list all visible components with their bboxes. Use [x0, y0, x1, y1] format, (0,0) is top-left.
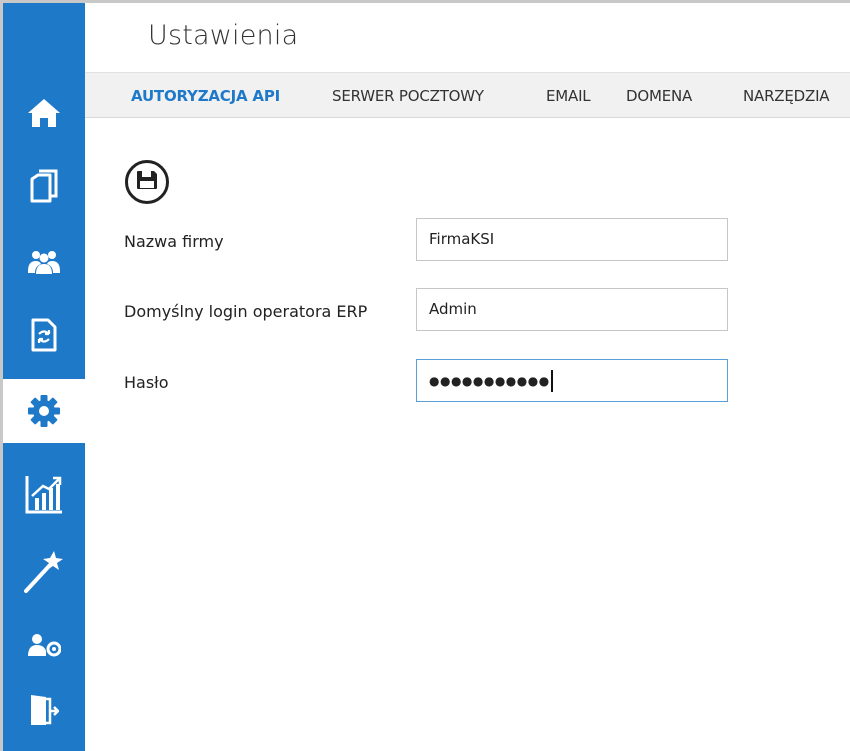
erp-login-input[interactable]: Admin [416, 288, 728, 331]
sidebar-item-settings[interactable] [3, 379, 85, 443]
page-title: Ustawienia [148, 20, 299, 51]
password-label: Hasło [124, 373, 169, 392]
tab-bar: AUTORYZACJA API SERWER POCZTOWY EMAIL DO… [85, 72, 850, 118]
magic-wand-icon [24, 549, 64, 593]
password-value: ●●●●●●●●●●● [429, 374, 550, 388]
sidebar [3, 3, 85, 751]
chart-icon [25, 474, 63, 514]
text-caret [550, 369, 553, 392]
save-button[interactable] [125, 160, 169, 204]
tab-mail-server[interactable]: SERWER POCZTOWY [332, 87, 484, 105]
company-name-label: Nazwa firmy [124, 232, 224, 251]
sidebar-item-documents[interactable] [3, 154, 85, 218]
sidebar-item-wizard[interactable] [3, 539, 85, 603]
users-icon [27, 249, 61, 275]
tab-tools[interactable]: NARZĘDZIA [743, 87, 830, 105]
password-input[interactable]: ●●●●●●●●●●● [416, 359, 728, 402]
documents-icon [29, 169, 59, 203]
sidebar-item-users[interactable] [3, 230, 85, 294]
tab-email[interactable]: EMAIL [546, 87, 591, 105]
sidebar-item-logout[interactable] [3, 678, 85, 742]
gear-icon [27, 394, 61, 428]
sidebar-item-user-settings[interactable] [3, 613, 85, 677]
tab-domain[interactable]: DOMENA [626, 87, 692, 105]
sync-document-icon [31, 318, 57, 352]
floppy-disk-icon [136, 170, 158, 194]
user-settings-icon [27, 633, 61, 657]
erp-login-label: Domyślny login operatora ERP [124, 302, 368, 321]
sidebar-item-reports[interactable] [3, 462, 85, 526]
sidebar-item-sync-document[interactable] [3, 303, 85, 367]
home-icon [27, 97, 61, 129]
logout-icon [29, 693, 59, 727]
tab-api-authorization[interactable]: AUTORYZACJA API [131, 87, 280, 105]
sidebar-item-home[interactable] [3, 81, 85, 145]
company-name-input[interactable]: FirmaKSI [416, 218, 728, 261]
